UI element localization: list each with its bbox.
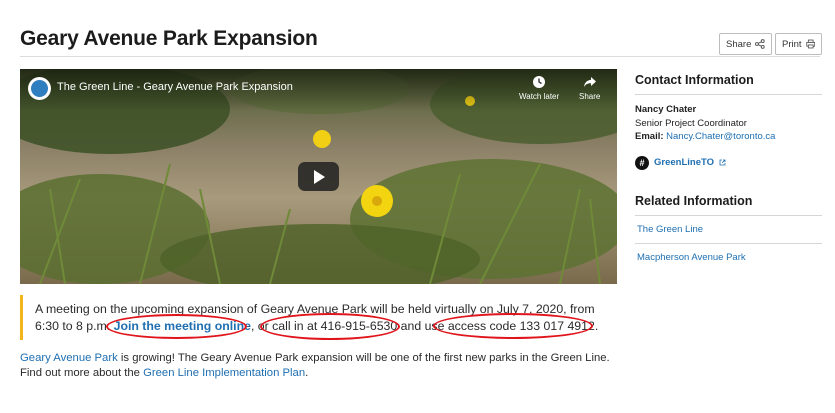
meeting-notice: A meeting on the upcoming expansion of G… bbox=[20, 295, 617, 340]
clock-icon bbox=[533, 76, 546, 88]
watch-later-button[interactable]: Watch later bbox=[519, 75, 559, 101]
hashtag-icon: # bbox=[635, 155, 649, 170]
share-icon bbox=[755, 39, 765, 49]
video-share-button[interactable]: Share bbox=[579, 75, 600, 101]
share-label: Share bbox=[726, 38, 752, 50]
page-title: Geary Avenue Park Expansion bbox=[20, 27, 318, 50]
channel-logo[interactable] bbox=[28, 77, 51, 100]
email-link[interactable]: Nancy.Chater@toronto.ca bbox=[666, 131, 775, 142]
print-icon bbox=[805, 39, 815, 49]
print-label: Print bbox=[782, 38, 802, 50]
related-link-green-line[interactable]: The Green Line bbox=[635, 216, 822, 244]
social-handle[interactable]: GreenLineTO bbox=[654, 157, 714, 168]
video-title[interactable]: The Green Line - Geary Avenue Park Expan… bbox=[57, 81, 293, 93]
intro-paragraph: Geary Avenue Park is growing! The Geary … bbox=[20, 351, 620, 381]
play-button[interactable] bbox=[298, 162, 339, 191]
play-icon bbox=[314, 169, 325, 184]
contact-block: Nancy Chater Senior Project Coordinator … bbox=[635, 103, 822, 144]
contact-name: Nancy Chater bbox=[635, 104, 697, 115]
call-in-text: call in at 416-915-6530 bbox=[272, 319, 398, 333]
title-divider bbox=[20, 56, 820, 57]
related-section: Related Information The Green Line Macph… bbox=[635, 194, 822, 271]
sidebar: Contact Information Nancy Chater Senior … bbox=[635, 73, 822, 271]
implementation-plan-link[interactable]: Green Line Implementation Plan bbox=[143, 367, 305, 379]
notice-text-2: , or bbox=[250, 319, 273, 333]
notice-text-3: and use bbox=[397, 319, 448, 333]
contact-heading: Contact Information bbox=[635, 73, 822, 95]
watch-later-label: Watch later bbox=[519, 92, 560, 101]
external-link-icon bbox=[719, 159, 726, 166]
video-share-label: Share bbox=[579, 92, 601, 101]
access-code-text: access code 133 017 4912. bbox=[447, 319, 599, 333]
print-button[interactable]: Print bbox=[775, 33, 822, 55]
share-arrow-icon bbox=[583, 77, 596, 87]
share-button[interactable]: Share bbox=[719, 33, 772, 55]
join-meeting-link[interactable]: Join the meeting online bbox=[114, 319, 251, 333]
social-link[interactable]: # GreenLineTO bbox=[635, 155, 822, 170]
related-heading: Related Information bbox=[635, 194, 822, 216]
email-label: Email: bbox=[635, 131, 667, 142]
related-link-macpherson[interactable]: Macpherson Avenue Park bbox=[635, 244, 822, 271]
video-player[interactable]: The Green Line - Geary Avenue Park Expan… bbox=[20, 69, 617, 284]
contact-role: Senior Project Coordinator bbox=[635, 117, 747, 129]
geary-park-link[interactable]: Geary Avenue Park bbox=[20, 352, 118, 364]
intro-text-2: . bbox=[305, 367, 309, 379]
